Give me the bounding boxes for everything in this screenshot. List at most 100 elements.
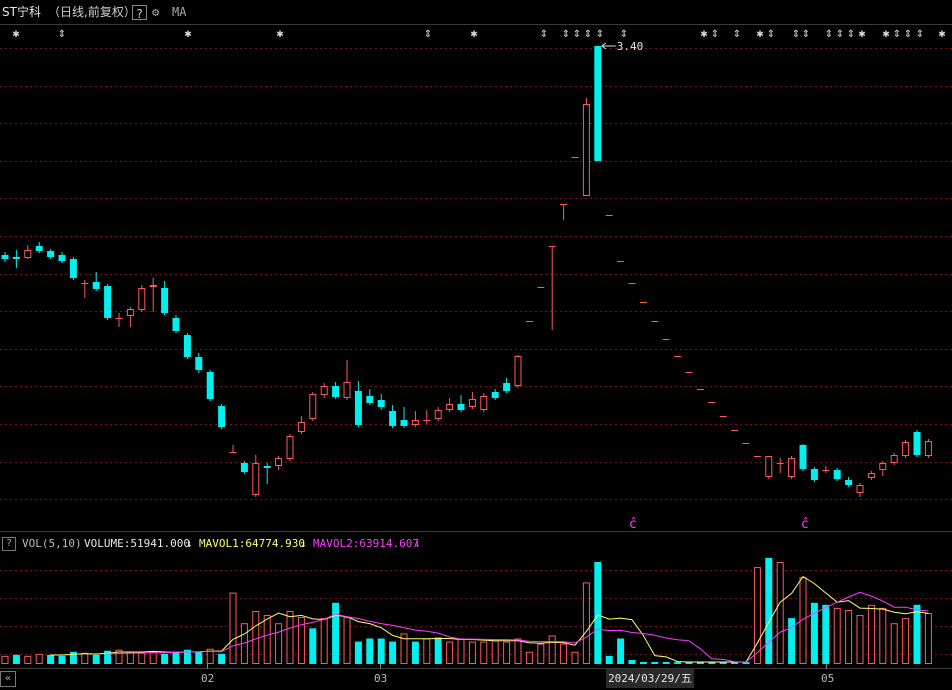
volume-bar-down — [332, 602, 340, 664]
high-label: 3.40 — [617, 40, 644, 53]
info-marker-icon: ⇕ — [596, 29, 604, 40]
volume-bar-up — [263, 615, 271, 664]
info-marker-icon: ⇕ — [836, 29, 844, 40]
volume-help-button[interactable]: ? — [2, 537, 16, 551]
candle-down — [47, 251, 55, 257]
candle-up — [890, 455, 898, 463]
info-marker-icon: ⇕ — [424, 29, 432, 40]
info-marker-icon: ⇕ — [573, 29, 581, 40]
volume-bar-down — [662, 661, 670, 664]
candle-up — [788, 458, 796, 477]
volume-bar-down — [69, 651, 77, 664]
info-marker-icon: ⇕ — [711, 29, 719, 40]
candle-up — [924, 441, 932, 456]
volume-bar-down — [651, 661, 659, 664]
volume-bar-up — [776, 562, 784, 664]
candle-up — [149, 285, 157, 287]
volume-bar-up — [320, 618, 328, 664]
cursor-date: 2024/03/29/五 — [606, 669, 694, 688]
kline-chart[interactable]: ✱ ⇕ ✱ ✱ ⇕ ✱ ⇕ ⇕ ⇕ ⇕ ⇕ ⇕ ✱ ⇕ ⇕ ✱ ⇕ ⇕ ⇕ ⇕ ⇕ ⇕ ✱ ✱ ⇕ ⇕ ⇕ ✱3.40ĉ ĉ — [0, 0, 952, 690]
volume-header: ? VOL(5,10) VOLUME:51941.000 ↓ MAVOL1:64… — [0, 536, 952, 552]
candle-up — [867, 473, 875, 478]
volume-bar-up — [149, 651, 157, 665]
volume-bar-up — [229, 592, 237, 664]
candle-up — [480, 396, 488, 410]
candle-up — [343, 382, 351, 398]
volume-bar-down — [674, 661, 682, 664]
volume-value: VOLUME:51941.000 — [84, 537, 190, 550]
volume-bar-up — [480, 641, 488, 664]
info-marker-icon: ⇕ — [584, 29, 592, 40]
volume-bar-down — [411, 641, 419, 664]
mavol1-arrow-icon: ↓ — [300, 537, 307, 550]
volume-bar-up — [491, 640, 499, 664]
volume-bar-down — [58, 655, 66, 664]
volume-bar-up — [35, 653, 43, 664]
volume-bar-up — [753, 567, 761, 664]
candle-up — [126, 309, 134, 316]
volume-bar-down — [434, 637, 442, 664]
info-marker-icon: ⇕ — [620, 29, 628, 40]
candle-down — [69, 259, 77, 278]
candle-up — [275, 458, 283, 466]
candle-down — [332, 386, 340, 397]
candle-down — [354, 391, 362, 425]
candle-up — [514, 356, 522, 386]
volume-bar-up — [571, 651, 579, 665]
event-marker-icon: ĉ — [801, 517, 808, 532]
candle-down — [172, 318, 180, 331]
candle-up — [879, 463, 887, 470]
volume-bar-up — [856, 615, 864, 664]
volume-bar-up — [867, 604, 875, 665]
candle-up — [446, 404, 454, 410]
candle-down — [457, 404, 465, 410]
candle-up — [856, 485, 864, 493]
volume-bar-down — [377, 638, 385, 664]
volume-bar-up — [582, 582, 590, 665]
volume-bar-down — [639, 661, 647, 664]
candle-up — [286, 436, 294, 459]
candle-down — [491, 392, 499, 398]
candle-down — [92, 282, 100, 289]
volume-bar-up — [423, 638, 431, 664]
candle-down — [366, 396, 374, 403]
candle-down — [400, 420, 408, 426]
info-marker-icon: ⇕ — [893, 29, 901, 40]
volume-bar-down — [913, 604, 921, 664]
volume-bar-up — [286, 610, 294, 665]
volume-bar-up — [924, 613, 932, 664]
candle-up — [434, 410, 442, 419]
volume-bar-down — [195, 651, 203, 664]
mavol2-value: MAVOL2:63914.607 — [313, 537, 419, 550]
info-marker-icon: ⇕ — [802, 29, 810, 40]
info-marker-icon: ⇕ — [767, 29, 775, 40]
mavol1-line — [50, 575, 929, 663]
volume-bar-down — [172, 651, 180, 664]
mavol2-arrow-icon: ↓ — [414, 537, 421, 550]
info-marker-icon: ⇕ — [916, 29, 924, 40]
scroll-left-button[interactable]: « — [0, 671, 16, 687]
volume-bar-up — [1, 655, 9, 665]
mavol1-value: MAVOL1:64774.930 — [199, 537, 305, 550]
volume-bar-up — [548, 635, 556, 665]
candle-down — [594, 46, 602, 161]
event-marker-icon: ĉ — [629, 517, 636, 532]
candle-down — [195, 357, 203, 370]
info-marker-icon: ⇕ — [847, 29, 855, 40]
candle-down — [12, 257, 20, 259]
volume-bar-up — [560, 643, 568, 664]
candle-down — [1, 255, 9, 259]
volume-indicator-name[interactable]: VOL(5,10) — [22, 536, 82, 552]
candle-down — [35, 246, 43, 251]
candle-down — [913, 432, 921, 455]
candle-up — [765, 456, 773, 477]
volume-bar-up — [24, 655, 32, 665]
volume-bar-up — [275, 623, 283, 665]
volume-bar-up — [537, 643, 545, 664]
info-marker-icon: ⇕ — [792, 29, 800, 40]
info-marker-icon: ⇕ — [825, 29, 833, 40]
info-marker-icon: ✱ — [12, 30, 20, 40]
info-marker-icon: ✱ — [470, 30, 478, 40]
candle-down — [104, 286, 112, 318]
volume-bar-up — [845, 609, 853, 665]
